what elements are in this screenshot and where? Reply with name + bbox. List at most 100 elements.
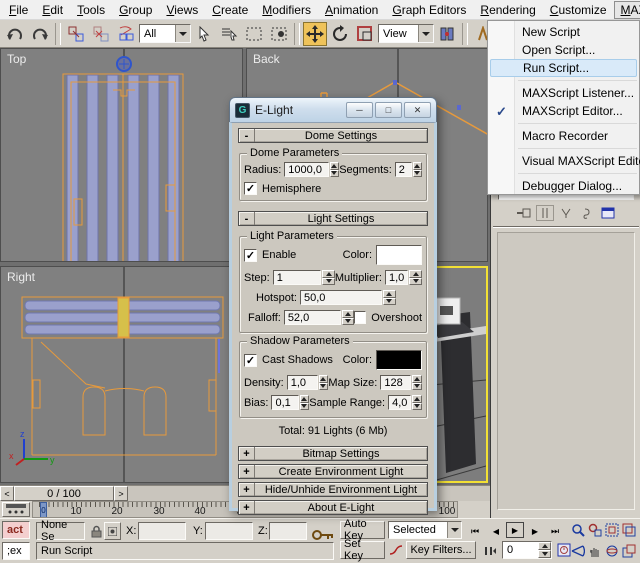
viewport-top[interactable]: Top — [0, 48, 243, 262]
menu-customize[interactable]: Customize — [543, 1, 614, 19]
selection-lock-toggle[interactable] — [88, 523, 104, 539]
remove-modifier-icon[interactable] — [578, 205, 596, 221]
multiplier-spinner[interactable] — [409, 270, 422, 285]
make-unique-icon[interactable] — [557, 205, 575, 221]
key-mode-toggle-button[interactable] — [481, 543, 499, 559]
zoom-extents-all-button[interactable] — [621, 522, 637, 538]
rollout-about-elight[interactable]: + About E-Light — [238, 500, 428, 515]
menu-maxscript[interactable]: MAXScript — [614, 1, 640, 19]
configure-modifier-sets-icon[interactable] — [599, 205, 617, 221]
menu-item-run-script[interactable]: Run Script... — [490, 59, 637, 77]
current-frame-marker[interactable]: 0 — [40, 502, 47, 518]
falloff-spinner[interactable] — [342, 310, 354, 325]
menu-animation[interactable]: Animation — [318, 1, 385, 19]
menu-item-visual-maxscript-editor[interactable]: Visual MAXScript Editor... — [488, 152, 639, 170]
expand-icon[interactable]: + — [239, 465, 255, 478]
select-object-button[interactable] — [192, 22, 216, 46]
select-and-move-button[interactable] — [303, 22, 327, 46]
bias-field[interactable]: 0,1 — [271, 395, 298, 410]
window-crossing-toggle-button[interactable] — [267, 22, 291, 46]
maximize-button[interactable]: □ — [375, 102, 402, 118]
menu-item-open-script[interactable]: Open Script... — [488, 41, 639, 59]
rollout-create-environment-light[interactable]: + Create Environment Light — [238, 464, 428, 479]
menu-rendering[interactable]: Rendering — [473, 1, 542, 19]
menu-tools[interactable]: Tools — [70, 1, 112, 19]
multiplier-field[interactable]: 1,0 — [385, 270, 408, 285]
z-coordinate-field[interactable] — [269, 522, 307, 540]
viewport-top-label[interactable]: Top — [7, 52, 26, 66]
menu-item-new-script[interactable]: New Script — [488, 23, 639, 41]
time-slider-handle[interactable]: 0 / 100 — [14, 486, 114, 501]
frame-spinner[interactable] — [538, 542, 551, 558]
menu-graph-editors[interactable]: Graph Editors — [385, 1, 473, 19]
unlink-selection-button[interactable] — [89, 22, 113, 46]
open-mini-curve-editor-button[interactable] — [2, 502, 30, 517]
bias-spinner[interactable] — [300, 395, 310, 410]
default-in-out-tangents-button[interactable] — [388, 542, 404, 558]
select-and-rotate-button[interactable] — [328, 22, 352, 46]
enable-checkbox[interactable]: ✓ — [244, 249, 257, 262]
light-color-swatch[interactable] — [376, 245, 422, 265]
hotspot-spinner[interactable] — [383, 290, 396, 305]
go-to-end-button[interactable]: ⏭ — [545, 523, 565, 539]
menu-item-maxscript-listener[interactable]: MAXScript Listener... — [488, 84, 639, 102]
field-of-view-button[interactable] — [570, 543, 586, 559]
collapse-icon[interactable]: - — [239, 129, 255, 142]
menu-group[interactable]: Group — [112, 1, 159, 19]
dropdown-arrow-icon[interactable] — [447, 522, 461, 538]
rectangular-selection-region-button[interactable] — [242, 22, 266, 46]
menu-item-maxscript-editor[interactable]: ✓ MAXScript Editor... — [488, 102, 639, 120]
select-and-link-button[interactable] — [64, 22, 88, 46]
time-slider-next-button[interactable]: > — [114, 486, 128, 501]
zoom-all-button[interactable] — [587, 522, 603, 538]
density-spinner[interactable] — [319, 375, 329, 390]
sample-range-field[interactable]: 4,0 — [388, 395, 411, 410]
bind-to-spacewarp-button[interactable] — [114, 22, 138, 46]
reference-coordinate-dropdown[interactable]: View — [378, 24, 434, 43]
play-button[interactable]: ▶ — [506, 522, 524, 538]
hotspot-field[interactable]: 50,0 — [300, 290, 382, 305]
segments-field[interactable]: 2 — [395, 162, 412, 177]
viewport-right[interactable]: Right — [0, 266, 243, 483]
undo-button[interactable] — [3, 22, 27, 46]
step-field[interactable]: 1 — [273, 270, 322, 285]
zoom-button[interactable] — [570, 522, 586, 538]
sample-range-spinner[interactable] — [412, 395, 422, 410]
dropdown-arrow-icon[interactable] — [175, 25, 190, 42]
density-field[interactable]: 1,0 — [287, 375, 318, 390]
mini-listener-macro-line[interactable]: act — [2, 521, 30, 539]
hemisphere-checkbox[interactable]: ✓ — [244, 182, 257, 195]
menu-file[interactable]: File — [2, 1, 35, 19]
next-frame-button[interactable]: ▶ — [527, 523, 543, 539]
time-slider-prev-button[interactable]: < — [0, 486, 14, 501]
mapsize-spinner[interactable] — [412, 375, 422, 390]
current-frame-field[interactable]: 0 — [502, 541, 552, 559]
pan-button[interactable] — [587, 543, 603, 559]
rollout-dome-settings[interactable]: - Dome Settings — [238, 128, 428, 143]
collapse-icon[interactable]: - — [239, 212, 255, 225]
rollout-bitmap-settings[interactable]: + Bitmap Settings — [238, 446, 428, 461]
segments-spinner[interactable] — [413, 162, 422, 177]
set-keys-button[interactable] — [312, 527, 334, 543]
auto-key-button[interactable]: Auto Key — [340, 521, 385, 539]
selection-filter-dropdown[interactable]: All — [139, 24, 191, 43]
menu-create[interactable]: Create — [205, 1, 255, 19]
set-key-button[interactable]: Set Key — [340, 541, 385, 559]
falloff-field[interactable]: 52,0 — [284, 310, 341, 325]
time-mode-dropdown[interactable]: Selected — [388, 521, 462, 539]
menu-modifiers[interactable]: Modifiers — [255, 1, 318, 19]
zoom-extents-button[interactable] — [604, 522, 620, 538]
key-filters-button[interactable]: Key Filters... — [406, 541, 476, 559]
expand-icon[interactable]: + — [239, 501, 255, 514]
menu-edit[interactable]: Edit — [35, 1, 70, 19]
menu-item-macro-recorder[interactable]: Macro Recorder — [488, 127, 639, 145]
menu-views[interactable]: Views — [159, 1, 205, 19]
go-to-start-button[interactable]: ⏮ — [465, 523, 485, 539]
viewport-right-label[interactable]: Right — [7, 270, 35, 284]
previous-frame-button[interactable]: ◀ — [488, 523, 504, 539]
select-and-scale-button[interactable] — [353, 22, 377, 46]
minimize-button[interactable]: ─ — [346, 102, 373, 118]
redo-button[interactable] — [28, 22, 52, 46]
mapsize-field[interactable]: 128 — [380, 375, 411, 390]
pin-stack-icon[interactable] — [515, 205, 533, 221]
